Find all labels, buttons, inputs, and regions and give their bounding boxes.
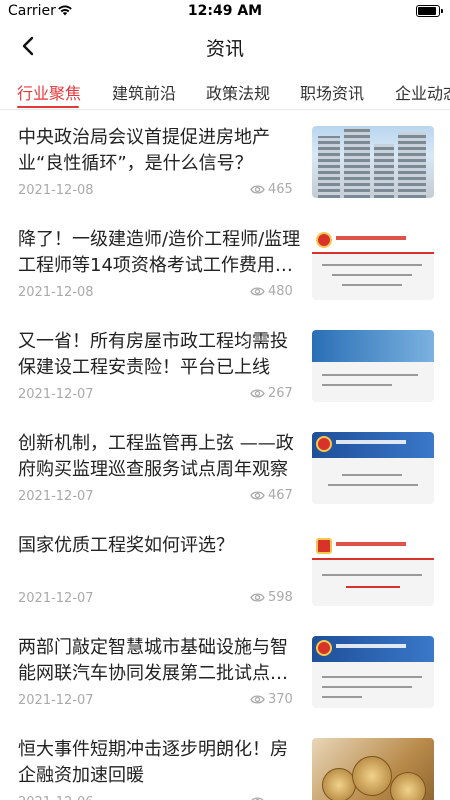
news-item[interactable]: 国家优质工程奖如何评选？ 2021-12-07 598 (0, 519, 450, 621)
news-item[interactable]: 创新机制，工程监管再上弦 ——政府购买监理巡查服务试点周年观察 2021-12-… (0, 417, 450, 519)
news-thumbnail (312, 636, 434, 708)
news-title: 又一省！所有房屋市政工程均需投保建设工程安责险！平台已上线 (18, 331, 288, 378)
news-date: 2021-12-07 (18, 387, 94, 402)
category-tabs: 行业聚焦 建筑前沿 政策法规 职场资讯 企业动态 (0, 70, 450, 110)
tab-policy-regulation[interactable]: 政策法规 (206, 80, 270, 104)
tab-industry-focus[interactable]: 行业聚焦 (17, 80, 81, 104)
view-count-wrap: 370 (250, 692, 293, 707)
view-count-wrap: 480 (250, 284, 293, 299)
view-count: 465 (268, 182, 293, 197)
news-title: 中央政治局会议首提促进房地产业“良性循环”，是什么信号？ (18, 127, 270, 174)
news-date: 2021-12-08 (18, 285, 94, 300)
status-bar: Carrier 12:49 AM (0, 0, 450, 24)
news-date: 2021-12-08 (18, 183, 94, 198)
news-title: 降了！一级建造师/造价工程师/监理工程师等14项资格考试工作费用标准下调 (18, 229, 301, 276)
page-title: 资讯 (205, 38, 244, 60)
news-thumbnail (312, 330, 434, 402)
view-count: 598 (268, 590, 293, 605)
news-thumbnail (312, 534, 434, 606)
news-item[interactable]: 恒大事件短期冲击逐步明朗化！房企融资加速回暖 2021-12-06 (0, 723, 450, 800)
news-thumbnail (312, 126, 434, 198)
tab-career-news[interactable]: 职场资讯 (300, 80, 364, 104)
view-count-wrap: 598 (250, 590, 293, 605)
news-title: 创新机制，工程监管再上弦 ——政府购买监理巡查服务试点周年观察 (18, 433, 294, 480)
view-count: 467 (268, 488, 293, 503)
news-thumbnail (312, 432, 434, 504)
active-tab-indicator (17, 106, 79, 108)
view-count-wrap: 467 (250, 488, 293, 503)
view-count-wrap: 465 (250, 182, 293, 197)
view-count: 370 (268, 692, 293, 707)
news-title: 国家优质工程奖如何评选？ (18, 535, 234, 556)
news-thumbnail (312, 228, 434, 300)
clock: 12:49 AM (187, 3, 263, 19)
news-thumbnail (312, 738, 434, 800)
view-count: 480 (268, 284, 293, 299)
navigation-bar: 资讯 (0, 24, 450, 68)
tab-building-frontier[interactable]: 建筑前沿 (112, 80, 176, 104)
view-count: 267 (268, 386, 293, 401)
tab-company-news[interactable]: 企业动态 (395, 80, 450, 104)
news-item[interactable]: 两部门敲定智慧城市基础设施与智能网联汽车协同发展第二批试点城市 2021-12-… (0, 621, 450, 723)
news-item[interactable]: 中央政治局会议首提促进房地产业“良性循环”，是什么信号？ 2021-12-08 … (0, 111, 450, 213)
news-title: 恒大事件短期冲击逐步明朗化！房企融资加速回暖 (18, 739, 288, 786)
view-count-wrap: 267 (250, 386, 293, 401)
news-item[interactable]: 又一省！所有房屋市政工程均需投保建设工程安责险！平台已上线 2021-12-07… (0, 315, 450, 417)
news-date: 2021-12-06 (18, 795, 94, 800)
news-date: 2021-12-07 (18, 693, 94, 708)
news-title: 两部门敲定智慧城市基础设施与智能网联汽车协同发展第二批试点城市 (18, 637, 288, 684)
battery-icon (416, 5, 443, 17)
news-date: 2021-12-07 (18, 489, 94, 504)
news-item[interactable]: 降了！一级建造师/造价工程师/监理工程师等14项资格考试工作费用标准下调 202… (0, 213, 450, 315)
news-date: 2021-12-07 (18, 591, 94, 606)
view-count-wrap (250, 794, 292, 800)
